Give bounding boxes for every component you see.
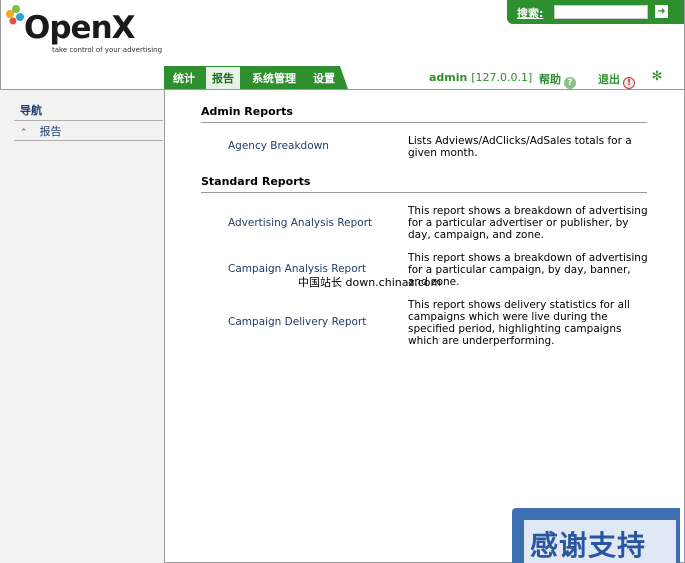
help-label[interactable]: 帮助 xyxy=(539,73,561,86)
report-link-agency-breakdown[interactable]: Agency Breakdown xyxy=(228,140,329,152)
user-ip: [127.0.0.1] xyxy=(471,71,533,84)
report-link-campaign-delivery[interactable]: Campaign Delivery Report xyxy=(228,316,366,328)
logout-icon[interactable]: ! xyxy=(623,77,635,89)
logout-label[interactable]: 退出 xyxy=(598,73,620,86)
search-bar: 搜索: ➜ xyxy=(507,0,684,24)
caret-up-icon: ⌃ xyxy=(20,128,28,138)
search-label[interactable]: 搜索: xyxy=(517,5,543,21)
nav-divider xyxy=(14,140,163,141)
section-title-standard-reports: Standard Reports xyxy=(201,175,311,188)
logout-link[interactable]: 退出! xyxy=(598,71,635,89)
tab-statistics[interactable]: 统计 xyxy=(166,68,202,89)
section-divider xyxy=(201,192,647,193)
logo-wordmark: OpenX xyxy=(24,10,136,46)
sidebar-item-label[interactable]: 报告 xyxy=(40,125,62,138)
watermark-text: 中国站长 down.chinaz.com xyxy=(298,276,442,289)
nav-title: 导航 xyxy=(20,104,42,117)
search-go-icon[interactable]: ➜ xyxy=(655,5,668,18)
thanks-banner: 感谢支持 xyxy=(512,508,680,563)
user-info: admin [127.0.0.1] xyxy=(429,71,532,84)
report-link-advertising-analysis[interactable]: Advertising Analysis Report xyxy=(228,217,372,229)
banner-text: 感谢支持 xyxy=(530,529,647,562)
sidebar-item-reports[interactable]: ⌃ 报告 xyxy=(20,123,62,139)
help-link[interactable]: 帮助? xyxy=(539,71,576,89)
username: admin xyxy=(429,71,468,84)
help-icon[interactable]: ? xyxy=(564,77,576,89)
report-desc: This report shows a breakdown of adverti… xyxy=(408,205,648,241)
report-desc: This report shows a breakdown of adverti… xyxy=(408,252,648,288)
section-divider xyxy=(201,122,647,123)
report-desc: This report shows delivery statistics fo… xyxy=(408,299,630,347)
bug-icon[interactable]: ✻ xyxy=(650,70,664,84)
openx-logo[interactable]: OpenX take control of your advertising xyxy=(4,4,164,60)
sidebar: 导航 ⌃ 报告 xyxy=(0,90,165,563)
report-desc: Lists Adviews/AdClicks/AdSales totals fo… xyxy=(408,135,632,159)
logo-tagline: take control of your advertising xyxy=(52,46,163,54)
section-title-admin-reports: Admin Reports xyxy=(201,105,293,118)
search-input[interactable] xyxy=(554,5,648,19)
tab-reports[interactable]: 报告 xyxy=(205,66,241,90)
tab-administration[interactable]: 系统管理 xyxy=(244,68,304,89)
main-nav: 统计 报告 系统管理 设置 admin [127.0.0.1] 帮助? 退出! … xyxy=(0,66,685,90)
tab-settings[interactable]: 设置 xyxy=(306,68,342,89)
nav-divider xyxy=(14,120,163,121)
